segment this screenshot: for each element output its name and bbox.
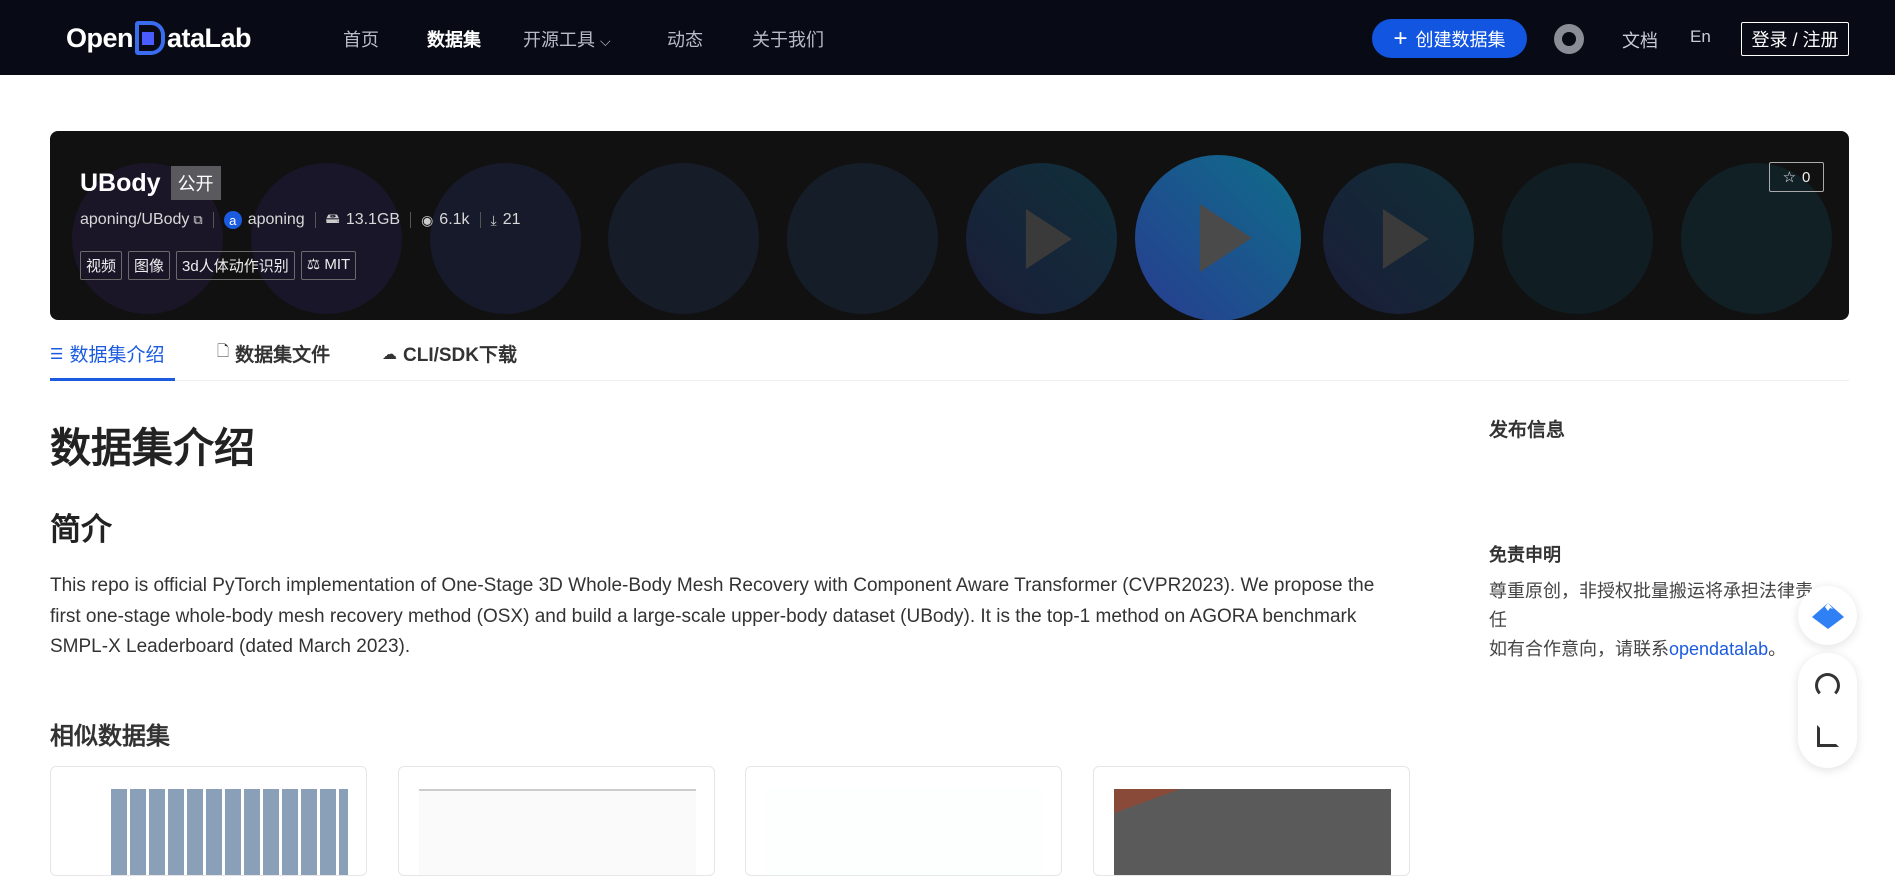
download-icon: ⤓ xyxy=(490,211,497,228)
logo-mark-icon xyxy=(135,21,166,55)
decor-circle xyxy=(1502,163,1653,314)
similar-dataset-card[interactable] xyxy=(50,766,367,876)
video-thumb-active[interactable] xyxy=(1135,155,1301,320)
chevron-down-icon: ⌵ xyxy=(600,33,611,49)
dataset-tabs: ☰ 数据集介绍 🗋 数据集文件 ☁ CLI/SDK下载 xyxy=(50,336,1849,381)
play-icon xyxy=(1382,208,1429,269)
tab-intro[interactable]: ☰ 数据集介绍 xyxy=(50,340,164,367)
license-tag[interactable]: ⚖ MIT xyxy=(300,251,357,280)
login-register-button[interactable]: 登录 / 注册 xyxy=(1741,22,1849,56)
license-label: MIT xyxy=(324,256,351,273)
decor-circle xyxy=(787,163,938,314)
description: This repo is official PyTorch implementa… xyxy=(50,575,1375,657)
cloud-download-icon: ☁ xyxy=(382,345,397,363)
github-icon[interactable] xyxy=(1554,24,1584,54)
video-thumb[interactable] xyxy=(1323,163,1474,314)
active-tab-indicator xyxy=(50,378,175,381)
top-nav: Open ataLab 首页 数据集 开源工具 ⌵ 动态 关于我们 + 创建数据集 … xyxy=(0,0,1895,75)
tag[interactable]: 视频 xyxy=(80,251,123,280)
tab-intro-label: 数据集介绍 xyxy=(69,345,165,366)
star-button[interactable]: ☆ 0 xyxy=(1769,162,1824,192)
create-dataset-button[interactable]: + 创建数据集 xyxy=(1372,19,1527,58)
create-dataset-label: 创建数据集 xyxy=(1415,29,1506,50)
file-icon: 🗋 xyxy=(217,343,230,360)
page-title: 数据集介绍 xyxy=(50,425,255,471)
tab-files-label: 数据集文件 xyxy=(235,345,331,366)
star-count: 0 xyxy=(1802,168,1811,186)
disclaimer-suffix: 。 xyxy=(1768,639,1787,659)
star-icon: ☆ xyxy=(1782,169,1797,186)
decor-circle xyxy=(430,163,581,314)
nav-home[interactable]: 首页 xyxy=(343,26,379,52)
decor-circle xyxy=(608,163,759,314)
visibility-badge: 公开 xyxy=(170,166,221,200)
disclaimer-line: 尊重原创，非授权批量搬运将承担法律责任 xyxy=(1489,581,1813,630)
dataset-size: 13.1GB xyxy=(345,211,401,228)
video-thumb[interactable] xyxy=(966,163,1117,314)
eye-icon: ◉ xyxy=(421,211,434,228)
tag[interactable]: 3d人体动作识别 xyxy=(176,251,295,280)
owner-name[interactable]: aponing xyxy=(248,211,305,229)
disclaimer-heading: 免责申明 xyxy=(1489,545,1561,565)
section-heading: 简介 xyxy=(50,512,112,547)
tab-cli-sdk-label: CLI/SDK下载 xyxy=(403,345,518,366)
dataset-title: UBody xyxy=(80,168,161,197)
disclaimer-text: 尊重原创，非授权批量搬运将承担法律责任 如有合作意向，请联系opendatala… xyxy=(1489,577,1819,664)
logo[interactable]: Open ataLab xyxy=(66,20,252,56)
nav-open-tools[interactable]: 开源工具 ⌵ xyxy=(523,26,611,52)
disclaimer-line: 如有合作意向，请联系 xyxy=(1489,639,1669,659)
dataset-banner: UBody 公开 aponing/UBody ⧉ a aponing 🖴 13.1… xyxy=(50,131,1849,320)
play-icon xyxy=(1199,204,1252,272)
tab-files[interactable]: 🗋 数据集文件 xyxy=(217,340,330,367)
feedback-icon[interactable] xyxy=(1817,725,1839,747)
copy-icon[interactable]: ⧉ xyxy=(193,212,202,228)
similar-dataset-card[interactable] xyxy=(1093,766,1410,876)
language-toggle[interactable]: En xyxy=(1690,27,1711,47)
assistant-button[interactable] xyxy=(1798,586,1857,645)
headset-icon[interactable] xyxy=(1815,673,1840,698)
similar-datasets-heading: 相似数据集 xyxy=(50,723,170,750)
publish-info-heading: 发布信息 xyxy=(1489,420,1566,441)
repo-name: aponing/UBody xyxy=(80,211,190,228)
scale-icon: ⚖ xyxy=(306,256,321,273)
avatar: a xyxy=(223,211,242,229)
download-count: 21 xyxy=(502,211,521,228)
view-count: 6.1k xyxy=(439,211,470,228)
tab-cli-sdk[interactable]: ☁ CLI/SDK下载 xyxy=(382,340,517,367)
nav-datasets[interactable]: 数据集 xyxy=(427,26,481,52)
play-icon xyxy=(1025,208,1072,269)
nav-open-tools-label: 开源工具 xyxy=(523,30,595,50)
nav-about[interactable]: 关于我们 xyxy=(752,26,824,52)
docs-link[interactable]: 文档 xyxy=(1622,27,1658,53)
disk-icon: 🖴 xyxy=(325,210,340,226)
decor-circle xyxy=(251,163,402,314)
opendatalab-link[interactable]: opendatalab xyxy=(1669,639,1768,659)
similar-dataset-card[interactable] xyxy=(745,766,1062,876)
plus-icon: + xyxy=(1393,24,1408,52)
mountain-icon xyxy=(1811,602,1844,629)
tag[interactable]: 图像 xyxy=(128,251,171,280)
similar-dataset-card[interactable] xyxy=(398,766,715,876)
database-icon: ☰ xyxy=(50,345,64,363)
floating-toolbar xyxy=(1798,653,1857,768)
nav-news[interactable]: 动态 xyxy=(667,26,703,52)
